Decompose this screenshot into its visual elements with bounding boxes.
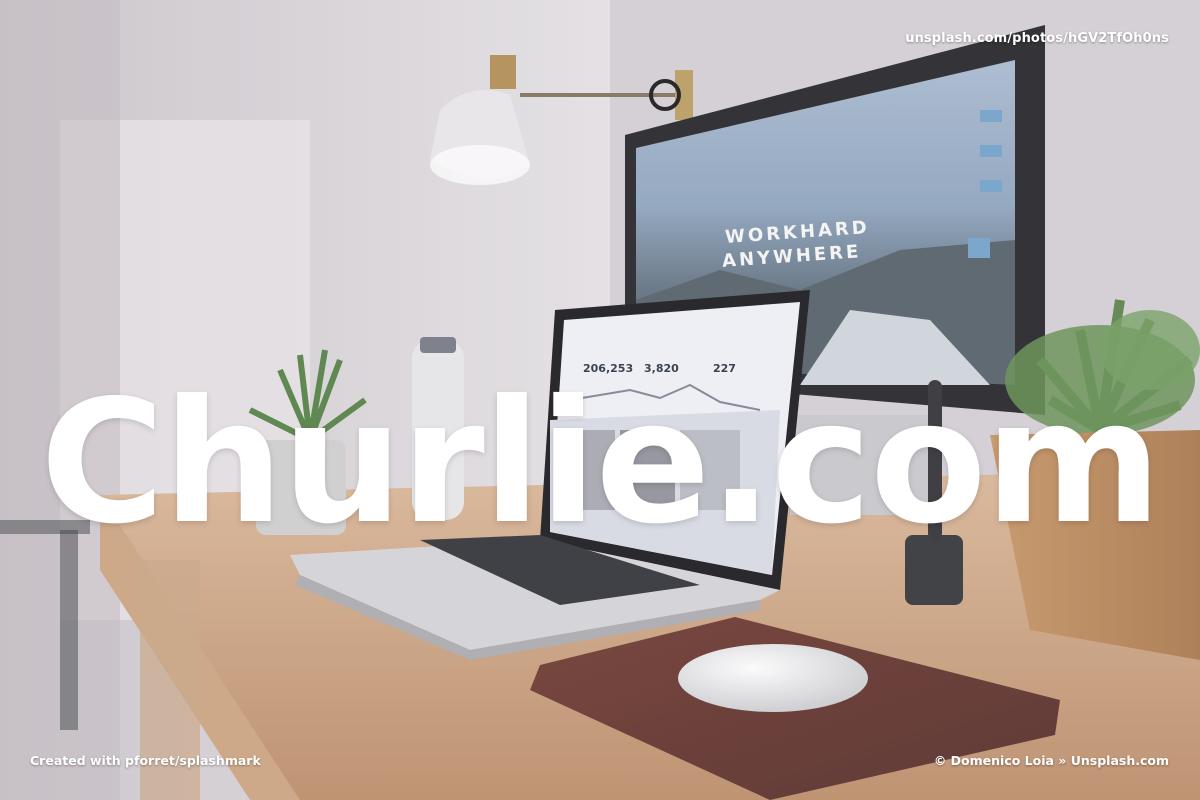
watermark-title: Churlie.com [40,364,1162,562]
photo-credit: © Domenico Loia » Unsplash.com [933,753,1169,768]
created-with-text: Created with pforret/splashmark [30,753,261,768]
source-url: unsplash.com/photos/hGV2TfOh0ns [905,31,1169,46]
